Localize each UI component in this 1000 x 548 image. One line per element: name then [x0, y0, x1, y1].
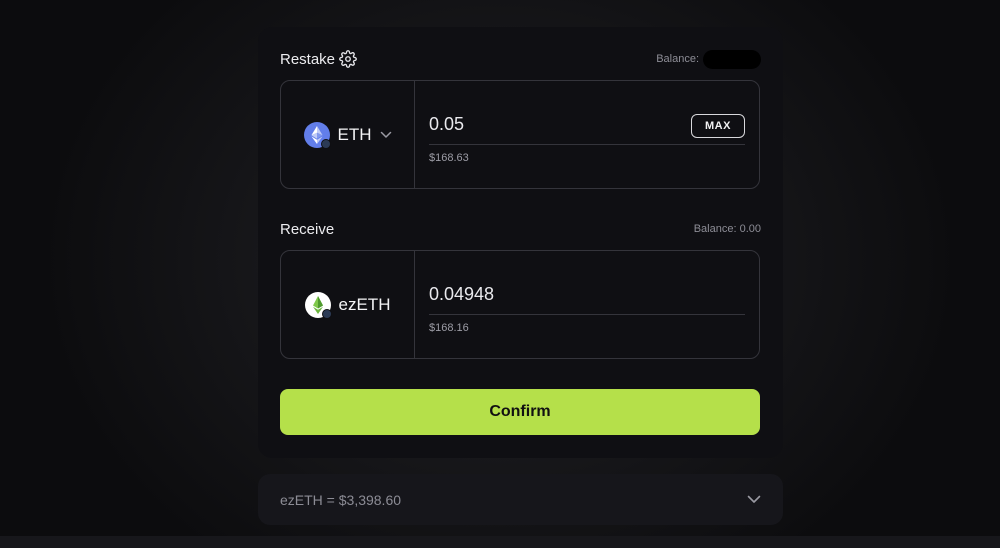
gear-icon[interactable]	[339, 50, 357, 68]
max-button[interactable]: MAX	[691, 113, 745, 138]
receive-amount-row	[429, 275, 745, 315]
receive-amount-area: $168.16	[415, 251, 759, 358]
receive-header: Receive Balance: 0.00	[280, 218, 761, 240]
restake-title: Restake	[280, 50, 336, 68]
token-selector-eth[interactable]: ETH	[281, 81, 415, 188]
restake-card: Restake Balance: ETH 0.05 MAX $168.63 Re…	[258, 27, 783, 458]
confirm-button[interactable]: Confirm	[280, 389, 760, 435]
exchange-rate-text: ezETH = $3,398.60	[280, 491, 402, 508]
token-label-ezeth: ezETH	[338, 294, 391, 314]
receive-usd-value: $168.16	[429, 322, 469, 334]
token-label-eth: ETH	[337, 124, 372, 144]
restake-balance-label: Balance:	[656, 53, 699, 65]
ezeth-token-icon	[304, 291, 332, 319]
token-display-ezeth: ezETH	[281, 251, 415, 358]
receive-output-box: ezETH $168.16	[280, 250, 760, 359]
exchange-rate-accordion[interactable]: ezETH = $3,398.60	[258, 474, 783, 525]
footer-strip	[0, 536, 1000, 548]
restake-amount-input[interactable]	[429, 114, 669, 135]
eth-token-icon	[303, 121, 331, 149]
chevron-down-icon	[380, 126, 392, 144]
restake-amount-area: MAX $168.63	[415, 81, 759, 188]
receive-amount-field	[429, 284, 669, 305]
restake-title-group: Restake	[280, 50, 357, 68]
restake-header: Restake Balance:	[280, 48, 761, 70]
balance-redacted	[703, 49, 761, 69]
chevron-down-icon	[747, 491, 761, 509]
receive-balance: Balance: 0.00	[693, 223, 761, 235]
restake-usd-value: $168.63	[429, 152, 469, 164]
receive-title: Receive	[280, 220, 335, 238]
restake-balance: Balance:	[656, 49, 761, 69]
restake-input-box: ETH MAX $168.63	[280, 80, 760, 189]
restake-amount-row: MAX	[429, 105, 745, 145]
